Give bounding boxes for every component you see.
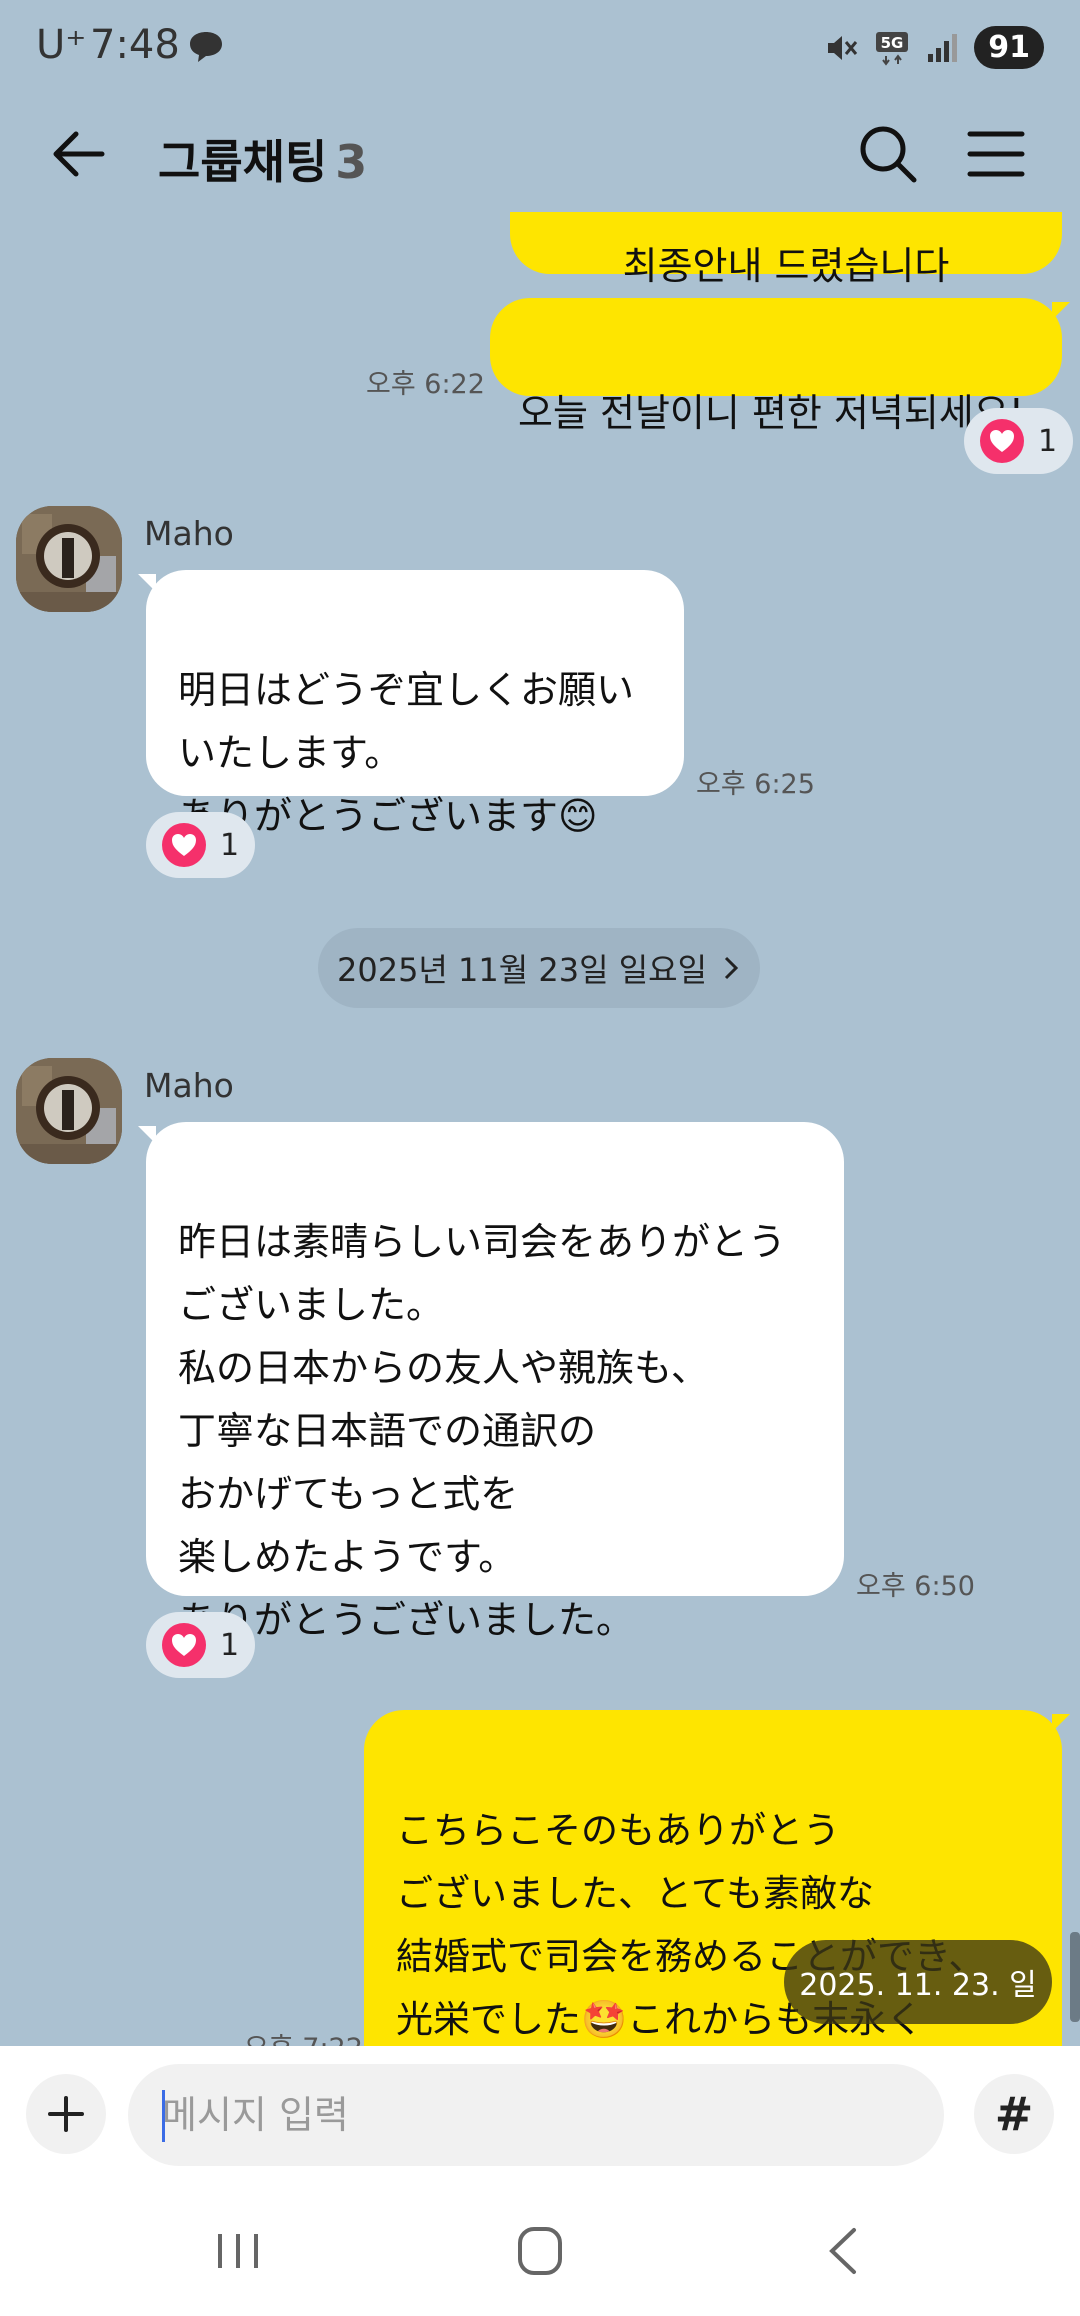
sender-name: Maho [144, 514, 234, 553]
scroll-date-indicator: 2025. 11. 23. 일 [784, 1940, 1052, 2024]
avatar[interactable] [16, 506, 122, 612]
chat-title: 그룹채팅 [158, 135, 328, 189]
status-bar: U⁺ 7:48 5G 91 [0, 0, 1080, 96]
system-nav-bar [0, 2186, 1080, 2316]
sender-name: Maho [144, 1066, 234, 1105]
5g-icon: 5G [876, 31, 909, 66]
heart-icon [980, 419, 1024, 463]
back-arrow-icon[interactable] [44, 118, 116, 190]
my-message-bubble[interactable]: 오늘 전날이니 편한 저녁되세요! [490, 298, 1070, 435]
message-time: 오후 6:22 [366, 369, 485, 400]
message-text: 昨日は素晴らしい司会をありがとう ございました。 私の日本からの友人や親族も、 … [178, 1220, 787, 1642]
reaction-count: 1 [220, 827, 240, 863]
message-text: 오늘 전날이니 편한 저녁되세요! [518, 391, 1024, 435]
plus-icon [48, 2096, 84, 2132]
message-text: 최종안내 드렸습니다 [622, 244, 950, 288]
date-divider-label: 2025년 11월 23일 일요일 [336, 951, 708, 989]
scroll-date-label: 2025. 11. 23. 일 [799, 1968, 1037, 2003]
message-input[interactable] [162, 2086, 842, 2144]
heart-icon [162, 823, 206, 867]
reaction-badge[interactable]: 1 [146, 1612, 256, 1678]
signal-icon [928, 33, 958, 62]
search-icon[interactable] [852, 118, 924, 190]
message-time: 오후 6:50 [856, 1571, 975, 1602]
recent-apps-icon[interactable] [198, 2216, 278, 2286]
reaction-count: 1 [1038, 423, 1058, 459]
status-icons: 5G 91 [824, 26, 1044, 69]
message-text: 明日はどうぞ宜しくお願い いたします。 ありがとうございます😊 [178, 668, 635, 838]
avatar[interactable] [16, 1058, 122, 1164]
message-input-bar: # [0, 2046, 1080, 2186]
message-field[interactable] [128, 2064, 1050, 2166]
chat-bubble-icon [190, 32, 222, 62]
carrier-label: U⁺ [36, 22, 87, 68]
home-icon[interactable] [500, 2216, 580, 2286]
back-nav-icon[interactable] [804, 2216, 884, 2286]
heart-icon [162, 1623, 206, 1667]
hashtag-button[interactable]: # [974, 2074, 1054, 2154]
their-message-bubble[interactable]: 明日はどうぞ宜しくお願い いたします。 ありがとうございます😊 [138, 570, 684, 838]
member-count: 3 [335, 135, 368, 189]
reaction-badge[interactable]: 1 [146, 812, 256, 878]
svg-text:5G: 5G [881, 34, 904, 52]
text-caret [162, 2090, 165, 2142]
page-title: 그룹채팅 3 [158, 126, 367, 192]
message-time: 오후 6:25 [696, 769, 815, 800]
battery-indicator: 91 [974, 26, 1044, 69]
chat-messages[interactable]: 최종안내 드렸습니다 오후 6:22 오늘 전날이니 편한 저녁되세요! 1 M… [0, 212, 1080, 2046]
attach-button[interactable] [26, 2074, 106, 2154]
mute-icon [828, 35, 858, 60]
chat-header: 그룹채팅 3 [0, 96, 1080, 212]
date-divider[interactable]: 2025년 11월 23일 일요일 [318, 928, 760, 1008]
hashtag-label: # [994, 2087, 1034, 2141]
reaction-badge[interactable]: 1 [964, 408, 1074, 474]
status-time: 7:48 [90, 22, 180, 68]
scrollbar-handle[interactable] [1070, 1932, 1080, 2022]
my-message-bubble[interactable]: 최종안내 드렸습니다 [510, 212, 1062, 288]
menu-icon[interactable] [960, 118, 1032, 190]
chevron-right-icon [724, 956, 739, 980]
their-message-bubble[interactable]: 昨日は素晴らしい司会をありがとう ございました。 私の日本からの友人や親族も、 … [138, 1122, 844, 1642]
reaction-count: 1 [220, 1627, 240, 1663]
message-time: 오후 7:22 [244, 2026, 363, 2046]
